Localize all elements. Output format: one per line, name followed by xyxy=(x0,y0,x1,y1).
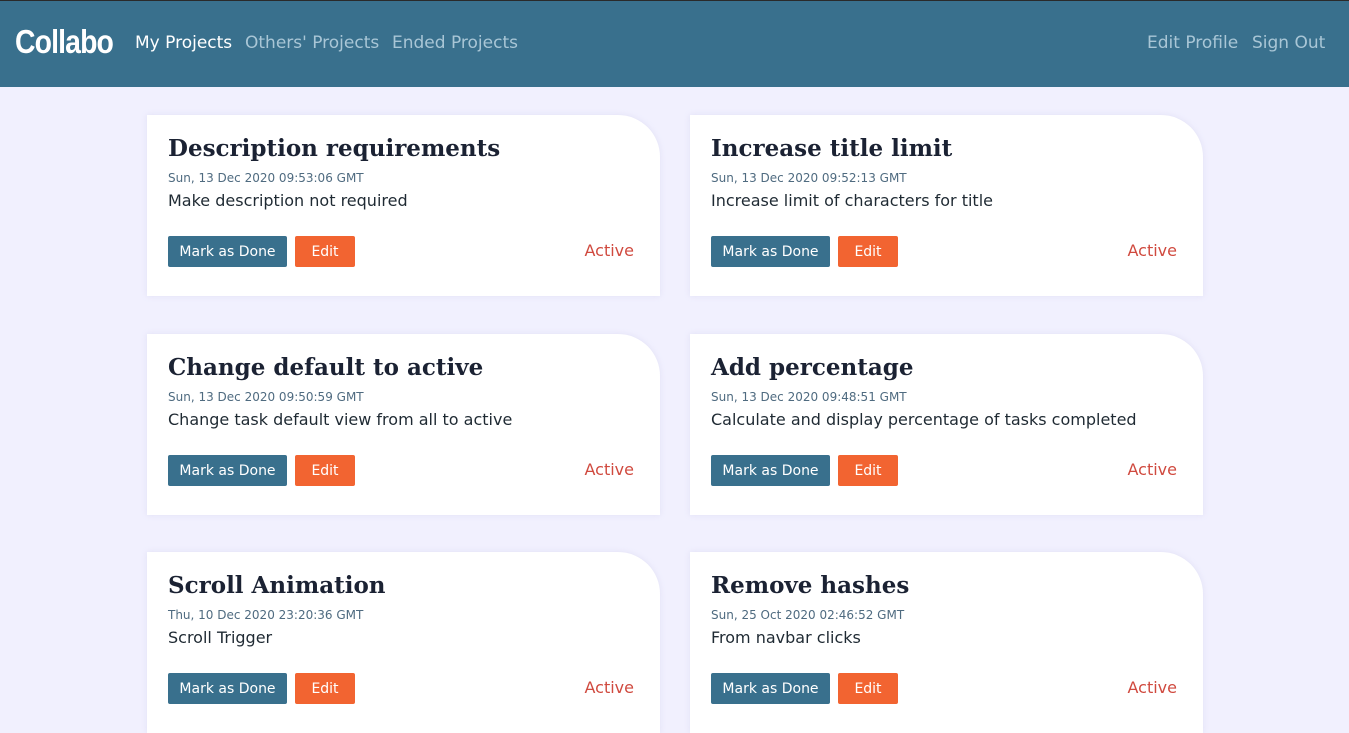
edit-button[interactable]: Edit xyxy=(838,673,898,704)
card-date: Sun, 13 Dec 2020 09:53:06 GMT xyxy=(168,171,364,185)
card-date: Sun, 13 Dec 2020 09:48:51 GMT xyxy=(711,390,907,404)
card-date: Thu, 10 Dec 2020 23:20:36 GMT xyxy=(168,608,364,622)
status-label: Active xyxy=(584,460,635,479)
status-label: Active xyxy=(1127,241,1178,260)
status-label: Active xyxy=(584,241,635,260)
card-description: From navbar clicks xyxy=(711,628,861,647)
project-card: Remove hashes Sun, 25 Oct 2020 02:46:52 … xyxy=(690,552,1203,733)
edit-button[interactable]: Edit xyxy=(295,236,355,267)
card-description: Calculate and display percentage of task… xyxy=(711,410,1137,429)
card-date: Sun, 13 Dec 2020 09:50:59 GMT xyxy=(168,390,364,404)
project-card: Description requirements Sun, 13 Dec 202… xyxy=(147,115,660,296)
edit-button[interactable]: Edit xyxy=(838,455,898,486)
mark-as-done-button[interactable]: Mark as Done xyxy=(711,673,830,704)
nav-sign-out[interactable]: Sign Out xyxy=(1252,33,1325,53)
card-title: Increase title limit xyxy=(711,135,953,162)
card-title: Change default to active xyxy=(168,354,484,381)
nav-my-projects[interactable]: My Projects xyxy=(135,33,232,53)
project-card: Scroll Animation Thu, 10 Dec 2020 23:20:… xyxy=(147,552,660,733)
edit-button[interactable]: Edit xyxy=(295,673,355,704)
card-description: Change task default view from all to act… xyxy=(168,410,513,429)
edit-button[interactable]: Edit xyxy=(295,455,355,486)
card-description: Increase limit of characters for title xyxy=(711,191,993,210)
project-card: Increase title limit Sun, 13 Dec 2020 09… xyxy=(690,115,1203,296)
nav-ended-projects[interactable]: Ended Projects xyxy=(392,33,518,53)
card-date: Sun, 13 Dec 2020 09:52:13 GMT xyxy=(711,171,907,185)
mark-as-done-button[interactable]: Mark as Done xyxy=(711,455,830,486)
status-label: Active xyxy=(1127,460,1178,479)
mark-as-done-button[interactable]: Mark as Done xyxy=(168,236,287,267)
card-date: Sun, 25 Oct 2020 02:46:52 GMT xyxy=(711,608,905,622)
status-label: Active xyxy=(584,678,635,697)
card-title: Scroll Animation xyxy=(168,572,386,599)
brand-logo[interactable]: Collabo xyxy=(15,23,114,61)
mark-as-done-button[interactable]: Mark as Done xyxy=(168,455,287,486)
card-title: Description requirements xyxy=(168,135,501,162)
nav-others-projects[interactable]: Others' Projects xyxy=(245,33,379,53)
nav-edit-profile[interactable]: Edit Profile xyxy=(1147,33,1238,53)
card-title: Add percentage xyxy=(711,354,914,381)
card-title: Remove hashes xyxy=(711,572,910,599)
navbar: Collabo My Projects Others' Projects End… xyxy=(0,0,1349,87)
project-card: Add percentage Sun, 13 Dec 2020 09:48:51… xyxy=(690,334,1203,515)
card-description: Make description not required xyxy=(168,191,408,210)
edit-button[interactable]: Edit xyxy=(838,236,898,267)
mark-as-done-button[interactable]: Mark as Done xyxy=(168,673,287,704)
mark-as-done-button[interactable]: Mark as Done xyxy=(711,236,830,267)
project-card: Change default to active Sun, 13 Dec 202… xyxy=(147,334,660,515)
card-description: Scroll Trigger xyxy=(168,628,273,647)
status-label: Active xyxy=(1127,678,1178,697)
